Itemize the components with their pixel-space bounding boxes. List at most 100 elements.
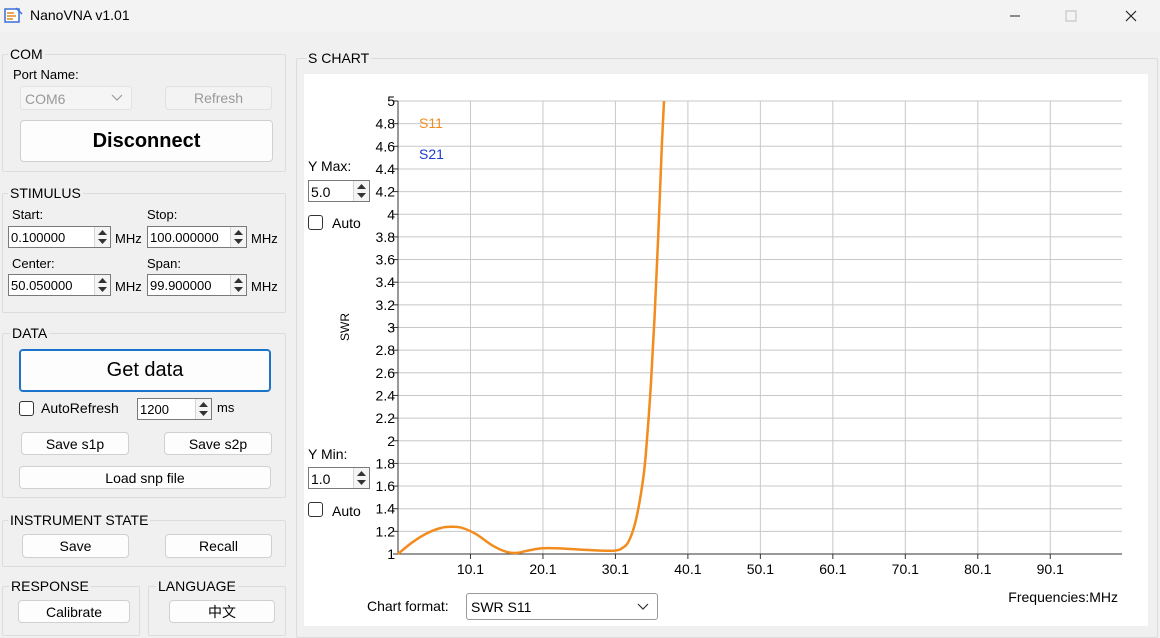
save-s2p-button[interactable]: Save s2p — [164, 432, 272, 455]
y-tick-label: 4.4 — [376, 161, 396, 177]
spin-down-icon — [98, 287, 107, 292]
close-icon — [1125, 10, 1137, 22]
spin-up-icon — [357, 184, 366, 189]
instrument-state-group-title: INSTRUMENT STATE — [8, 512, 151, 528]
port-name-value: COM6 — [25, 91, 66, 107]
y-tick-label: 3.4 — [376, 274, 396, 290]
ymax-auto-label: Auto — [332, 215, 361, 231]
legend-s11: S11 — [419, 115, 443, 131]
y-tick-label: 2.6 — [376, 365, 396, 381]
x-tick-label: 70.1 — [892, 561, 919, 577]
ymax-input[interactable]: 5.0 — [308, 180, 370, 202]
start-label: Start: — [12, 207, 44, 222]
load-snp-button[interactable]: Load snp file — [19, 466, 271, 489]
y-axis-label: SWR — [338, 313, 352, 341]
y-tick-label: 1.4 — [376, 501, 396, 517]
ymax-value: 5.0 — [311, 184, 331, 200]
y-tick-label: 3.6 — [376, 252, 396, 268]
y-tick-label: 1.8 — [376, 455, 396, 471]
ymax-spinner[interactable] — [353, 181, 369, 201]
stop-value: 100.000000 — [150, 230, 219, 245]
center-spinner[interactable] — [94, 275, 110, 295]
ymin-value: 1.0 — [311, 471, 331, 487]
language-group-title: LANGUAGE — [156, 578, 238, 594]
x-tick-label: 90.1 — [1037, 561, 1064, 577]
spin-down-icon — [234, 239, 243, 244]
chart-format-value: SWR S11 — [471, 599, 532, 615]
y-tick-label: 2.4 — [376, 387, 396, 403]
ymin-spinner[interactable] — [353, 468, 369, 488]
y-tick-label: 5 — [387, 93, 395, 109]
x-tick-label: 80.1 — [964, 561, 991, 577]
center-label: Center: — [12, 256, 55, 271]
start-input[interactable]: 0.100000 — [8, 226, 111, 248]
ymax-label: Y Max: — [308, 158, 352, 174]
y-tick-label: 4.6 — [376, 138, 396, 154]
get-data-button[interactable]: Get data — [19, 349, 271, 392]
y-tick-label: 1.6 — [376, 478, 396, 494]
y-tick-label: 4.8 — [376, 116, 396, 132]
minimize-icon — [1010, 15, 1020, 17]
instrument-save-button[interactable]: Save — [22, 534, 129, 558]
autorefresh-checkbox[interactable] — [19, 401, 34, 416]
calibrate-button[interactable]: Calibrate — [18, 600, 130, 623]
y-tick-label: 1.2 — [376, 523, 396, 539]
x-tick-label: 10.1 — [457, 561, 484, 577]
y-tick-label: 2 — [387, 433, 395, 449]
x-tick-label: 50.1 — [747, 561, 774, 577]
span-unit: MHz — [251, 279, 278, 294]
maximize-button[interactable] — [1048, 0, 1094, 32]
spin-down-icon — [357, 193, 366, 198]
x-tick-label: 20.1 — [529, 561, 556, 577]
start-value: 0.100000 — [11, 230, 66, 245]
y-tick-label: 2.8 — [376, 342, 396, 358]
interval-input[interactable]: 1200 — [137, 398, 212, 420]
spin-down-icon — [234, 287, 243, 292]
spin-up-icon — [234, 278, 243, 283]
chart-format-select[interactable]: SWR S11 — [466, 593, 658, 620]
s-chart-group-title: S CHART — [306, 50, 372, 66]
language-button[interactable]: 中文 — [169, 600, 275, 623]
spin-up-icon — [357, 471, 366, 476]
spin-up-icon — [199, 402, 208, 407]
ymin-input[interactable]: 1.0 — [308, 467, 370, 489]
com-group-title: COM — [8, 46, 45, 62]
y-tick-label: 3.8 — [376, 229, 396, 245]
span-value: 99.900000 — [150, 278, 212, 293]
stop-input[interactable]: 100.000000 — [147, 226, 247, 248]
nanovna-app-icon — [4, 7, 23, 23]
span-input[interactable]: 99.900000 — [147, 274, 247, 296]
spin-up-icon — [234, 230, 243, 235]
instrument-recall-button[interactable]: Recall — [165, 534, 272, 558]
center-value: 50.050000 — [11, 278, 73, 293]
save-s1p-button[interactable]: Save s1p — [21, 432, 129, 455]
legend-s21: S21 — [419, 146, 444, 162]
spin-up-icon — [98, 278, 107, 283]
spin-down-icon — [357, 480, 366, 485]
window-title: NanoVNA v1.01 — [30, 7, 130, 23]
ymax-auto-checkbox[interactable] — [308, 215, 323, 230]
y-tick-label: 3.2 — [376, 297, 396, 313]
refresh-button[interactable]: Refresh — [165, 86, 272, 110]
maximize-icon — [1065, 10, 1077, 22]
start-spinner[interactable] — [94, 227, 110, 247]
ymin-auto-checkbox[interactable] — [308, 502, 323, 517]
title-bar: NanoVNA v1.01 — [0, 0, 1160, 32]
center-input[interactable]: 50.050000 — [8, 274, 111, 296]
autorefresh-label: AutoRefresh — [41, 400, 119, 416]
close-button[interactable] — [1108, 0, 1154, 32]
disconnect-button[interactable]: Disconnect — [20, 120, 273, 162]
minimize-button[interactable] — [992, 0, 1038, 32]
center-unit: MHz — [115, 279, 142, 294]
ymin-label: Y Min: — [308, 446, 348, 462]
port-name-select[interactable]: COM6 — [20, 86, 132, 110]
stop-spinner[interactable] — [230, 227, 246, 247]
interval-value: 1200 — [140, 402, 169, 417]
spin-down-icon — [199, 411, 208, 416]
span-spinner[interactable] — [230, 275, 246, 295]
x-tick-label: 30.1 — [602, 561, 629, 577]
chart-format-label: Chart format: — [367, 598, 449, 614]
interval-spinner[interactable] — [195, 399, 211, 419]
data-group-title: DATA — [10, 325, 50, 341]
y-tick-label: 4.2 — [376, 184, 396, 200]
